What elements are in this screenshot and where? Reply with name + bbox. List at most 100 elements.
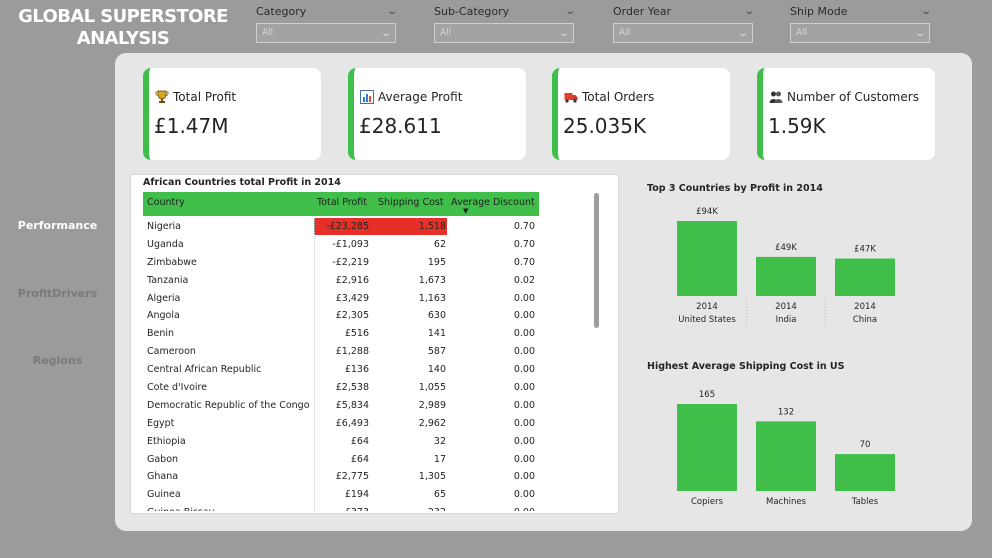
cell-total-profit: £1,288: [335, 346, 369, 358]
cell-country: Angola: [147, 310, 180, 322]
cell-total-profit: £516: [344, 328, 369, 340]
cell-total-profit: -£1,093: [332, 238, 369, 250]
table-row[interactable]: Cameroon £1,288 587 0.00: [143, 343, 539, 361]
table-row[interactable]: Nigeria -£23,285 1,518 0.70: [143, 218, 539, 236]
cell-shipping-cost: 1,163: [418, 292, 446, 304]
cell-country: Guinea: [147, 489, 181, 501]
cell-shipping-cost: 32: [433, 435, 446, 447]
chevron-down-icon: ⌄: [557, 27, 570, 39]
cell-country: Zimbabwe: [147, 256, 197, 268]
card-value: 25.035K: [563, 114, 647, 138]
cell-country: Ethiopia: [147, 435, 186, 447]
cell-average-discount: 0.00: [513, 364, 535, 376]
category-dropdown[interactable]: All ⌄: [256, 23, 396, 43]
x-tick-label: Tables: [851, 497, 879, 507]
cell-total-profit: £373: [345, 507, 369, 511]
table-row[interactable]: Democratic Republic of the Congo £5,834 2,…: [143, 397, 539, 415]
cell-shipping-cost: 1,673: [418, 274, 446, 286]
table-row[interactable]: Guinea-Bissau £373 232 0.00: [143, 504, 539, 511]
table-row[interactable]: Ethiopia £64 32 0.00: [143, 433, 539, 451]
app-title: GLOBAL SUPERSTORE ANALYSIS: [8, 6, 238, 50]
cell-shipping-cost: 1,055: [418, 382, 446, 394]
column-header-total-profit[interactable]: Total Profit: [317, 197, 367, 208]
order-year-dropdown[interactable]: All ⌄: [613, 23, 753, 43]
filter-category: Category ⌄ All ⌄: [256, 3, 398, 43]
nav-profit-drivers[interactable]: ProfitDrivers: [0, 287, 115, 300]
table-row[interactable]: Gabon £64 17 0.00: [143, 451, 539, 469]
sub-category-dropdown[interactable]: All ⌄: [434, 23, 574, 43]
african-profit-table[interactable]: African Countries total Profit in 2014 C…: [130, 174, 619, 514]
chevron-down-icon: ⌄: [379, 27, 392, 39]
cell-average-discount: 0.70: [513, 256, 535, 268]
cell-total-profit: £2,916: [335, 274, 369, 286]
bar-machines[interactable]: [756, 421, 816, 491]
cell-average-discount: 0.00: [513, 453, 535, 465]
chevron-down-icon[interactable]: ⌄: [564, 6, 576, 17]
chevron-down-icon[interactable]: ⌄: [743, 6, 755, 17]
table-row[interactable]: Uganda -£1,093 62 0.70: [143, 236, 539, 254]
truck-icon: [564, 93, 578, 103]
dropdown-value: All: [619, 28, 631, 38]
bar-india[interactable]: [756, 256, 816, 296]
bar-chart-shipping-cost: 165 Copiers 132 Machines 70 Tables: [677, 390, 895, 507]
cell-average-discount: 0.02: [513, 274, 535, 286]
bar-china[interactable]: [835, 258, 895, 297]
card-title: Number of Customers: [787, 90, 919, 104]
table-body: Nigeria -£23,285 1,518 0.70 Uganda -£1,093 62 0…: [143, 218, 539, 511]
chart-avg-shipping-cost: Highest Average Shipping Cost in US 165 C…: [629, 354, 955, 514]
x-tick-label-year: 2014: [696, 302, 718, 312]
cell-average-discount: 0.00: [514, 507, 535, 511]
chevron-down-icon[interactable]: ⌄: [386, 6, 398, 17]
table-scrollbar[interactable]: [594, 193, 599, 328]
cell-shipping-cost: 62: [433, 238, 446, 250]
table-row[interactable]: Algeria £3,429 1,163 0.00: [143, 290, 539, 308]
x-tick-label: China: [853, 315, 877, 325]
cell-total-profit: -£2,219: [332, 256, 369, 268]
chevron-down-icon[interactable]: ⌄: [920, 6, 932, 17]
bar-tables[interactable]: [835, 454, 895, 491]
data-label: £47K: [854, 245, 876, 255]
cell-total-profit: £2,305: [335, 310, 369, 322]
column-header-shipping-cost[interactable]: Shipping Cost: [378, 197, 444, 208]
table-row[interactable]: Benin £516 141 0.00: [143, 325, 539, 343]
bar-chart-top-countries: £94K 2014 United States £49K 2014 India £47K 20…: [677, 207, 895, 326]
table-row[interactable]: Guinea £194 65 0.00: [143, 486, 539, 504]
cell-shipping-cost: 232: [428, 507, 446, 511]
table-row[interactable]: Central African Republic £136 140 0.00: [143, 361, 539, 379]
card-title: Total Profit: [173, 90, 237, 104]
nav-regions[interactable]: Regions: [0, 354, 115, 367]
cell-shipping-cost: 140: [427, 364, 446, 376]
table-title: African Countries total Profit in 2014: [143, 177, 341, 188]
bar-copiers[interactable]: [677, 404, 737, 491]
cell-country: Democratic Republic of the Congo: [147, 399, 310, 411]
nav-performance[interactable]: Performance: [0, 219, 115, 232]
column-header-country[interactable]: Country: [147, 197, 185, 208]
data-label: 70: [860, 440, 871, 450]
table-row[interactable]: Zimbabwe -£2,219 195 0.70: [143, 254, 539, 272]
filter-label: Category: [256, 4, 307, 18]
x-tick-label: Machines: [766, 497, 807, 507]
cell-average-discount: 0.00: [513, 399, 535, 411]
table-row[interactable]: Egypt £6,493 2,962 0.00: [143, 415, 539, 433]
table-row[interactable]: Tanzania £2,916 1,673 0.02: [143, 272, 539, 290]
sort-descending-icon[interactable]: ▼: [463, 207, 468, 215]
table-row[interactable]: Angola £2,305 630 0.00: [143, 307, 539, 325]
cell-average-discount: 0.70: [513, 238, 535, 250]
table-row[interactable]: Cote d'Ivoire £2,538 1,055 0.00: [143, 379, 539, 397]
cell-shipping-cost: 1,305: [418, 471, 446, 483]
table-row[interactable]: Ghana £2,775 1,305 0.00: [143, 468, 539, 486]
cell-total-profit: £6,493: [335, 417, 369, 429]
cell-country: Egypt: [147, 417, 175, 429]
bar-united-states[interactable]: [677, 221, 737, 296]
x-tick-label-year: 2014: [775, 302, 797, 312]
cell-country: Cameroon: [147, 346, 196, 358]
cell-total-profit: £2,775: [335, 471, 369, 483]
cell-average-discount: 0.00: [513, 346, 535, 358]
dropdown-value: All: [440, 28, 452, 38]
app-title-line2: ANALYSIS: [76, 28, 170, 49]
ship-mode-dropdown[interactable]: All ⌄: [790, 23, 930, 43]
cell-country: Guinea-Bissau: [147, 507, 215, 511]
cell-average-discount: 0.00: [513, 328, 535, 340]
cell-average-discount: 0.00: [513, 310, 535, 322]
cell-country: Nigeria: [147, 221, 181, 232]
